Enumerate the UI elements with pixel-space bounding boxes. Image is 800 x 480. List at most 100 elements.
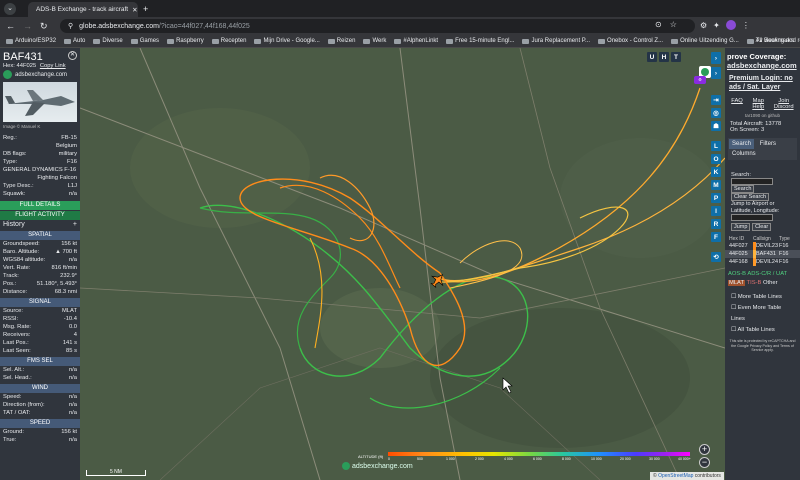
map-button-m[interactable]: M [711, 180, 721, 190]
map-button-f[interactable]: F [711, 232, 721, 242]
map-button-r[interactable]: R [711, 219, 721, 229]
signal-row-value: 4 [73, 332, 77, 338]
site-info-icon[interactable]: ⚲ [68, 22, 73, 30]
filter-tisb[interactable]: TIS-B [747, 280, 762, 286]
flight-activity-button[interactable]: FLIGHT ACTIVITY [0, 211, 80, 220]
tab-search[interactable]: Search [729, 139, 755, 149]
clear-button[interactable]: Clear [752, 223, 772, 231]
close-tab-icon[interactable]: ✕ [132, 6, 137, 14]
all-bookmarks[interactable]: All Bookmarks [756, 38, 794, 44]
full-details-button[interactable]: FULL DETAILS [0, 201, 80, 210]
filter-mlat[interactable]: MLAT [728, 280, 746, 286]
login-button[interactable]: ⇥ [711, 95, 721, 105]
table-row[interactable]: 44F027 DEVIL23 F16 [725, 242, 800, 250]
expand-button[interactable]: › [711, 67, 721, 79]
tab-filters[interactable]: Filters [757, 139, 779, 149]
aircraft-photo[interactable] [3, 82, 77, 122]
all-table-lines[interactable]: ☐ All Table Lines [731, 325, 794, 336]
search-input[interactable] [731, 178, 773, 185]
bookmark-item[interactable]: Recepten [211, 38, 246, 44]
reload-icon[interactable]: ↻ [40, 21, 48, 32]
altitude-legend: ALTITUDE (ft) 0 500 1 000 2 000 4 000 6 000 8 … [358, 452, 691, 465]
bookmark-label: Werk [372, 38, 387, 44]
replay-button[interactable]: ⟲ [711, 252, 721, 262]
back-icon[interactable]: ← [6, 21, 15, 31]
map-button-t[interactable]: T [671, 52, 681, 62]
bookmark-item[interactable]: Mijn Drive - Google... [254, 38, 320, 44]
even-more-table-lines[interactable]: ☐ Even More Table Lines [731, 303, 794, 325]
premium-login-link[interactable]: Premium Login: no ads / Sat. Layer [725, 70, 800, 92]
site-name[interactable]: adsbexchange.com [15, 72, 67, 78]
map-button-o[interactable]: O [711, 154, 721, 164]
spatial-row-key: Distance: [3, 289, 28, 295]
tab-list-button[interactable]: ⌄ [4, 3, 16, 15]
star-icon[interactable]: ☆ [670, 20, 677, 29]
bookmark-item[interactable]: #AlphenLinkt [394, 38, 438, 44]
track-button[interactable]: ◎ [711, 108, 721, 118]
folder-icon [64, 38, 72, 44]
faq-link[interactable]: FAQ [731, 98, 743, 110]
filter-other[interactable]: Other [763, 280, 778, 286]
spatial-row: Pos.: 51.180°, 5.493° [0, 280, 80, 288]
expand-history-icon[interactable]: + [73, 221, 77, 228]
bookmark-item[interactable]: Online Uitzending G... [671, 38, 739, 44]
filter-adsb[interactable]: AOS-B [728, 271, 746, 277]
bookmark-item[interactable]: Jura Replacement P... [522, 38, 590, 44]
person-button[interactable]: ☗ [711, 121, 721, 131]
map-button-p[interactable]: P [711, 193, 721, 203]
bookmark-item[interactable]: Auto [64, 38, 85, 44]
map-button-h[interactable]: H [659, 52, 669, 62]
fms-row-value: n/a [68, 367, 77, 373]
speed-row-key: True: [3, 437, 17, 443]
map-button-u[interactable]: U [647, 52, 657, 62]
adsbx-link[interactable]: adsbexchange.com [725, 61, 800, 70]
collapse-sidebar-button[interactable]: › [711, 52, 721, 64]
bookmark-item[interactable]: Werk [363, 38, 386, 44]
copy-link[interactable]: Copy Link [40, 63, 66, 69]
map-button-k[interactable]: K [711, 167, 721, 177]
join-discord-link[interactable]: Join Discord [774, 98, 794, 110]
zoom-out-button[interactable]: − [699, 457, 710, 468]
detail-row: GENERAL DYNAMICS F-16 [0, 166, 80, 174]
profile-avatar[interactable] [725, 20, 736, 30]
map-help-link[interactable]: Map Help [751, 98, 765, 110]
map-button-l[interactable]: L [711, 141, 721, 151]
osm-link[interactable]: OpenStreetMap [658, 473, 693, 479]
spatial-row-value: 816 ft/min [51, 265, 77, 271]
tab-columns[interactable]: Columns [729, 149, 759, 159]
address-bar[interactable]: ⚲ globe.adsbexchange.com/?icao=44f027,44… [60, 19, 695, 33]
map-canvas[interactable]: UHT ⚙ 5 NM adsbexchange.com ALTITUDE (ft… [80, 48, 725, 480]
jump-input[interactable] [731, 214, 773, 221]
extension-icon[interactable]: ⚙ [700, 21, 707, 30]
zoom-in-button[interactable]: + [699, 444, 710, 455]
detail-row-key: DB flags: [3, 151, 27, 157]
table-row[interactable]: 44F025 BAF431 F16 [725, 250, 800, 258]
browser-tab[interactable]: ADS-B Exchange - track aircraft ✕ [28, 2, 138, 17]
menu-icon[interactable]: ⋮ [742, 21, 750, 30]
bookmark-item[interactable]: Games [130, 38, 159, 44]
new-tab-button[interactable]: + [143, 4, 148, 14]
bookmark-item[interactable]: Onebox - Control Z... [598, 38, 663, 44]
bookmark-item[interactable]: Diverse [93, 38, 123, 44]
filter-adsc[interactable]: ADS-C/R / UAT [747, 271, 787, 277]
jump-button[interactable]: Jump [731, 223, 751, 231]
settings-badge[interactable]: ⚙ [694, 76, 706, 84]
puzzle-icon[interactable]: ✦ [713, 21, 720, 30]
more-table-lines[interactable]: ☐ More Table Lines [731, 292, 794, 303]
location-icon[interactable]: ⊙ [655, 20, 662, 29]
bookmark-item[interactable]: Raspberry [167, 38, 204, 44]
bookmark-item[interactable]: Arduino/ESP32 [6, 38, 56, 44]
close-panel-icon[interactable]: ✕ [68, 51, 77, 60]
forward-icon[interactable]: → [23, 21, 32, 31]
clear-search-button[interactable]: Clear Search [731, 193, 770, 201]
search-button[interactable]: Search [731, 185, 755, 193]
folder-icon [394, 38, 402, 44]
bookmark-item[interactable]: Free 15-minute Engl... [446, 38, 514, 44]
folder-icon [254, 38, 262, 44]
table-row[interactable]: 44F168 DEVIL24 F16 [725, 258, 800, 266]
wind-row-value: n/a [68, 410, 77, 416]
fms-row-value: n/a [68, 375, 77, 381]
map-button-i[interactable]: I [711, 206, 721, 216]
map-svg[interactable] [80, 48, 725, 480]
bookmark-item[interactable]: Reizen [327, 38, 355, 44]
